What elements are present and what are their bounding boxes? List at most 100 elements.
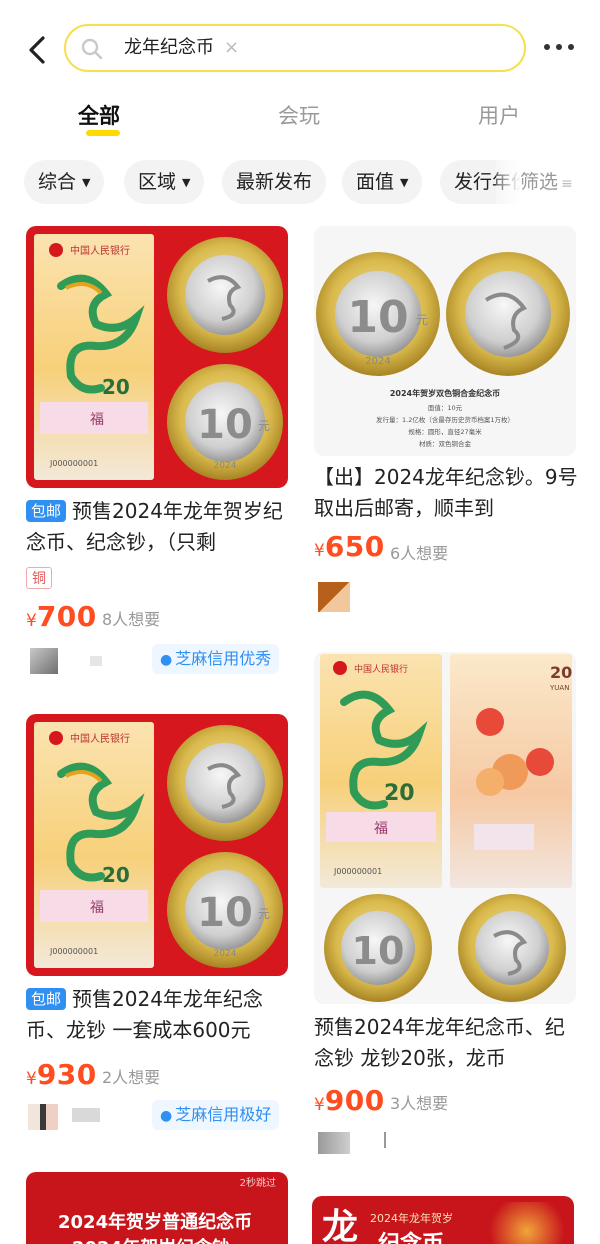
- filter-button-label: 筛选: [520, 171, 559, 193]
- product-image-art: 中国人民银行 20 福 J000000001 20 YUAN 10: [314, 652, 576, 1004]
- spec-issue: 发行量：1.2亿枚（含最存历史货币档案1万枚）: [376, 415, 514, 424]
- material-tag: 铜: [26, 567, 52, 589]
- promo-line-2: 2024年贺岁纪念钞: [72, 1234, 230, 1244]
- seller-name: [90, 656, 102, 666]
- price-currency: ¥: [314, 541, 325, 561]
- search-query: 龙年纪念币: [124, 37, 214, 58]
- more-menu-button[interactable]: [544, 44, 574, 50]
- product-image-art: 10 元 2024 2024年贺岁双色铜合金纪念币 面值：10元 发行量：1.2…: [314, 226, 576, 456]
- product-title[interactable]: 【出】2024龙年纪念钞。9号取出后邮寄，顺丰到: [314, 462, 580, 524]
- filter-button[interactable]: 筛选 ≡: [520, 160, 573, 204]
- product-card[interactable]: 中国人民银行 20 福 J000000001 20 YUAN 10 预售2024…: [314, 652, 580, 1162]
- product-card[interactable]: 中国人民银行 20 福 J000000001 10 元 2024 包邮 预售202…: [26, 714, 292, 1134]
- filter-region[interactable]: 区域 ▼: [124, 160, 205, 204]
- back-button[interactable]: [22, 32, 52, 68]
- note-value: 20: [384, 781, 415, 806]
- more-dot-icon: [568, 44, 574, 50]
- search-input[interactable]: 龙年纪念币 ×: [64, 24, 526, 72]
- price-currency: ¥: [26, 1069, 37, 1089]
- product-image[interactable]: 中国人民银行 20 福 J000000001 10 元 2024: [26, 714, 288, 976]
- coin-value: 10: [352, 929, 405, 973]
- water-drop-icon: ●: [160, 652, 173, 668]
- spec-size: 规格：圆形，直径27毫米: [408, 427, 482, 436]
- promo-card[interactable]: 2秒跳过 2024年贺岁普通纪念币 2024年贺岁纪念钞: [26, 1172, 288, 1244]
- svg-text:福: 福: [90, 900, 104, 916]
- clear-icon[interactable]: ×: [224, 34, 239, 62]
- tab-users[interactable]: 用户: [478, 100, 520, 130]
- product-title[interactable]: 包邮 预售2024年龙年贺岁纪念币、纪念钞，（只剩: [26, 496, 292, 558]
- price-currency: ¥: [314, 1095, 325, 1115]
- product-price: ¥930: [26, 1058, 97, 1091]
- product-image[interactable]: 中国人民银行 20 福 J000000001 10 元 2024: [26, 226, 288, 488]
- note-bank-name: 中国人民银行: [354, 663, 408, 675]
- coin-year: 2024: [214, 949, 237, 959]
- promo-line-1: 2024年贺岁普通纪念币: [58, 1212, 253, 1233]
- product-image-art: 中国人民银行 20 福 J000000001 10 元 2024: [26, 714, 288, 976]
- product-title[interactable]: 包邮 预售2024年龙年纪念币、龙钞 一套成本600元: [26, 984, 292, 1046]
- filter-icon: ≡: [561, 176, 573, 192]
- svg-text:福: 福: [90, 412, 104, 428]
- more-dot-icon: [556, 44, 562, 50]
- seller-row: ● 芝麻信用优秀: [26, 644, 292, 674]
- product-card[interactable]: 10 元 2024 2024年贺岁双色铜合金纪念币 面值：10元 发行量：1.2…: [314, 226, 580, 626]
- chevron-left-icon: [29, 36, 45, 64]
- more-dot-icon: [544, 44, 550, 50]
- note-serial: J000000001: [49, 947, 98, 956]
- filter-face-value[interactable]: 面值 ▼: [342, 160, 423, 204]
- seller-row: ● 芝麻信用极好: [26, 1100, 292, 1130]
- price-currency: ¥: [26, 611, 37, 631]
- credit-badge: ● 芝麻信用极好: [152, 1100, 280, 1130]
- avatar[interactable]: [28, 1104, 58, 1130]
- note-back-value: 20: [550, 663, 572, 682]
- promo-char: 龙: [322, 1207, 359, 1244]
- product-title[interactable]: 预售2024年龙年纪念币、纪念钞 龙钞20张，龙币: [314, 1012, 580, 1074]
- price-value: 650: [324, 530, 385, 563]
- price-value: 700: [36, 600, 97, 633]
- coin-unit: 元: [258, 419, 270, 433]
- promo-dragon-art: [482, 1202, 572, 1244]
- credit-label: 芝麻信用极好: [175, 1105, 272, 1124]
- caret-down-icon: ▼: [182, 176, 191, 189]
- product-image[interactable]: 中国人民银行 20 福 J000000001 20 YUAN 10: [314, 652, 576, 1004]
- wants-count: 2人想要: [102, 1068, 161, 1087]
- wants-count: 3人想要: [390, 1094, 449, 1113]
- note-bank-name: 中国人民银行: [70, 732, 130, 745]
- avatar[interactable]: [318, 582, 350, 612]
- note-serial: J000000001: [333, 867, 382, 876]
- svg-text:福: 福: [374, 821, 388, 837]
- seller-name: [384, 1132, 386, 1148]
- product-card[interactable]: 中国人民银行 20 福 J000000001 10 元 2024 包邮 预售202…: [26, 226, 292, 674]
- water-drop-icon: ●: [160, 1108, 173, 1124]
- credit-badge: ● 芝麻信用优秀: [152, 644, 280, 674]
- coin-year: 2024: [365, 356, 390, 367]
- promo-corner-label: 2秒跳过: [239, 1178, 276, 1189]
- caret-down-icon: ▼: [400, 176, 409, 189]
- spec-material: 材质：双色铜合金: [419, 439, 472, 448]
- caret-down-icon: ▼: [82, 176, 91, 189]
- filter-sort[interactable]: 综合 ▼: [24, 160, 105, 204]
- note-serial: J000000001: [49, 459, 98, 468]
- filter-newest[interactable]: 最新发布: [222, 160, 327, 204]
- filter-newest-label: 最新发布: [236, 171, 313, 193]
- free-shipping-badge: 包邮: [26, 988, 67, 1010]
- promo-card[interactable]: 龙 2024年龙年贺岁 纪念币: [312, 1196, 574, 1244]
- credit-label: 芝麻信用优秀: [175, 649, 272, 668]
- filter-sort-label: 综合: [38, 171, 77, 193]
- filter-region-label: 区域: [138, 171, 177, 193]
- wants-count: 6人想要: [390, 544, 449, 563]
- avatar[interactable]: [318, 1132, 350, 1154]
- search-query-chip[interactable]: 龙年纪念币 ×: [118, 34, 245, 62]
- promo-line-1: 2024年龙年贺岁: [370, 1212, 453, 1225]
- price-value: 930: [36, 1058, 97, 1091]
- filter-bar: 综合 ▼ 区域 ▼ 最新发布 面值 ▼ 发行年份 筛选 ≡: [0, 160, 600, 206]
- spec-face: 面值：10元: [428, 403, 463, 412]
- coin-value: 10: [197, 890, 253, 936]
- note-bank-name: 中国人民银行: [70, 244, 130, 257]
- avatar[interactable]: [30, 648, 58, 674]
- coin-unit: 元: [416, 313, 428, 327]
- note-value: 20: [102, 863, 130, 887]
- coin-value: 10: [347, 292, 408, 343]
- tab-play[interactable]: 会玩: [278, 100, 320, 130]
- product-image[interactable]: 10 元 2024 2024年贺岁双色铜合金纪念币 面值：10元 发行量：1.2…: [314, 226, 576, 456]
- tab-all[interactable]: 全部: [78, 100, 120, 130]
